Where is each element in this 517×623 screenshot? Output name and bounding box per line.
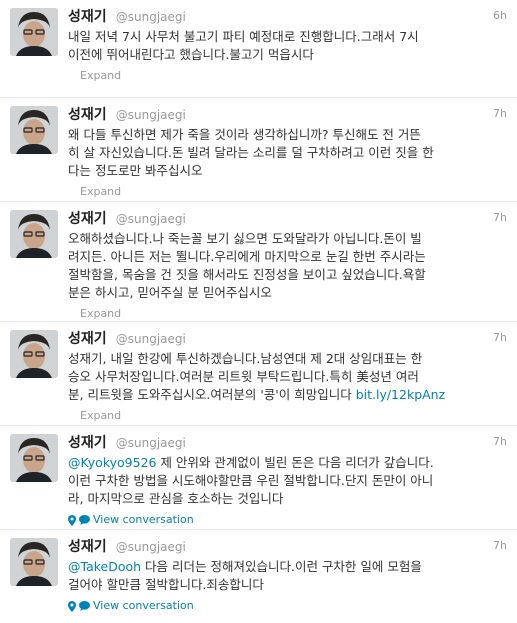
- location-pin-icon: [68, 514, 76, 526]
- tweet[interactable]: 성재기 @sungjaegi 7h @TakeDooh 다음 리더는 정해져있습…: [0, 530, 517, 623]
- view-conversation-link[interactable]: View conversation: [68, 512, 507, 528]
- view-conversation-link[interactable]: View conversation: [68, 598, 507, 614]
- timestamp[interactable]: 7h: [493, 104, 507, 124]
- timeline: 성재기 @sungjaegi 6h 내일 저녁 7시 사무처 불고기 파티 예정…: [0, 0, 517, 623]
- user-handle[interactable]: @sungjaegi: [116, 436, 186, 450]
- timestamp[interactable]: 7h: [493, 208, 507, 228]
- conversation-icon: [79, 601, 90, 611]
- expand-link[interactable]: Expand: [68, 408, 507, 424]
- user-handle[interactable]: @sungjaegi: [116, 108, 186, 122]
- user-name[interactable]: 성재기: [68, 9, 107, 25]
- tweet-text: 왜 다들 투신하면 제가 죽을 것이라 생각하십니까? 투신해도 전 거뜬 히 …: [68, 127, 434, 178]
- user-handle[interactable]: @sungjaegi: [116, 332, 186, 346]
- tweet[interactable]: 성재기 @sungjaegi 7h 오해하셨습니다.나 죽는꼴 보기 싫으면 도…: [0, 202, 517, 322]
- timestamp[interactable]: 7h: [493, 536, 507, 556]
- user-name[interactable]: 성재기: [68, 107, 107, 123]
- location-pin-icon: [68, 600, 76, 612]
- tweet-link[interactable]: bit.ly/12kpAnz: [356, 387, 445, 402]
- tweet[interactable]: 성재기 @sungjaegi 7h 성재기, 내일 한강에 투신하겠습니다.남성…: [0, 322, 517, 426]
- mention-link[interactable]: @TakeDooh: [68, 559, 141, 574]
- tweet-text: 내일 저녁 7시 사무처 불고기 파티 예정대로 진행합니다.그래서 7시 이전…: [68, 29, 419, 62]
- user-handle[interactable]: @sungjaegi: [116, 212, 186, 226]
- user-name[interactable]: 성재기: [68, 539, 107, 555]
- timestamp[interactable]: 7h: [493, 432, 507, 452]
- avatar[interactable]: [10, 210, 58, 258]
- mention-link[interactable]: @Kyokyo9526: [68, 455, 156, 470]
- user-name[interactable]: 성재기: [68, 331, 107, 347]
- avatar[interactable]: [10, 106, 58, 154]
- tweet[interactable]: 성재기 @sungjaegi 7h @Kyokyo9526 제 안위와 관계없이…: [0, 426, 517, 530]
- user-name[interactable]: 성재기: [68, 435, 107, 451]
- avatar[interactable]: [10, 538, 58, 586]
- tweet[interactable]: 성재기 @sungjaegi 7h 왜 다들 투신하면 제가 죽을 것이라 생각…: [0, 98, 517, 202]
- tweet-text: 성재기, 내일 한강에 투신하겠습니다.남성연대 제 2대 상임대표는 한 승오…: [68, 351, 446, 402]
- avatar[interactable]: [10, 434, 58, 482]
- avatar[interactable]: [10, 330, 58, 378]
- expand-link[interactable]: Expand: [68, 306, 507, 322]
- user-handle[interactable]: @sungjaegi: [116, 540, 186, 554]
- expand-link[interactable]: Expand: [68, 184, 507, 200]
- tweet[interactable]: 성재기 @sungjaegi 6h 내일 저녁 7시 사무처 불고기 파티 예정…: [0, 0, 517, 98]
- user-name[interactable]: 성재기: [68, 211, 107, 227]
- conversation-icon: [79, 515, 90, 525]
- tweet-text: @TakeDooh 다음 리더는 정해져있습니다.이런 구차한 일에 모험을 걸…: [68, 559, 422, 592]
- tweet-text: @Kyokyo9526 제 안위와 관계없이 빌린 돈은 다음 리더가 갚습니다…: [68, 455, 434, 506]
- user-handle[interactable]: @sungjaegi: [116, 10, 186, 24]
- timestamp[interactable]: 6h: [493, 6, 507, 26]
- expand-link[interactable]: Expand: [68, 68, 507, 84]
- tweet-text: 오해하셨습니다.나 죽는꼴 보기 싫으면 도와달라가 아닙니다.돈이 빌 려지든…: [68, 231, 426, 300]
- avatar[interactable]: [10, 8, 58, 56]
- timestamp[interactable]: 7h: [493, 328, 507, 348]
